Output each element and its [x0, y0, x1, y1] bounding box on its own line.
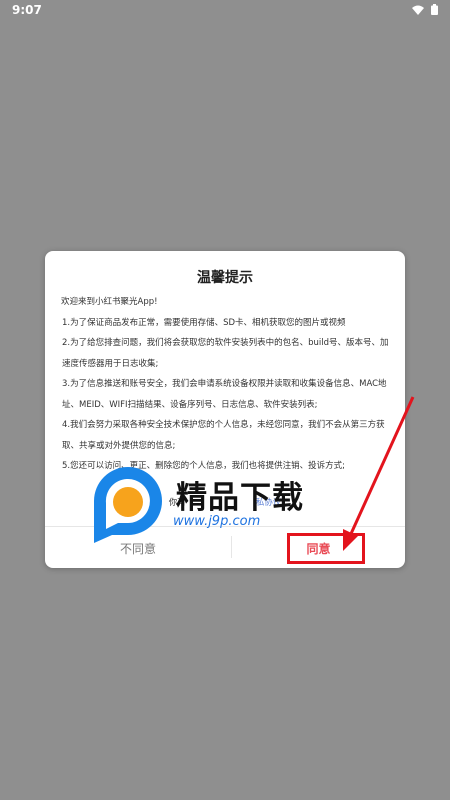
annotation-arrow	[343, 396, 415, 551]
